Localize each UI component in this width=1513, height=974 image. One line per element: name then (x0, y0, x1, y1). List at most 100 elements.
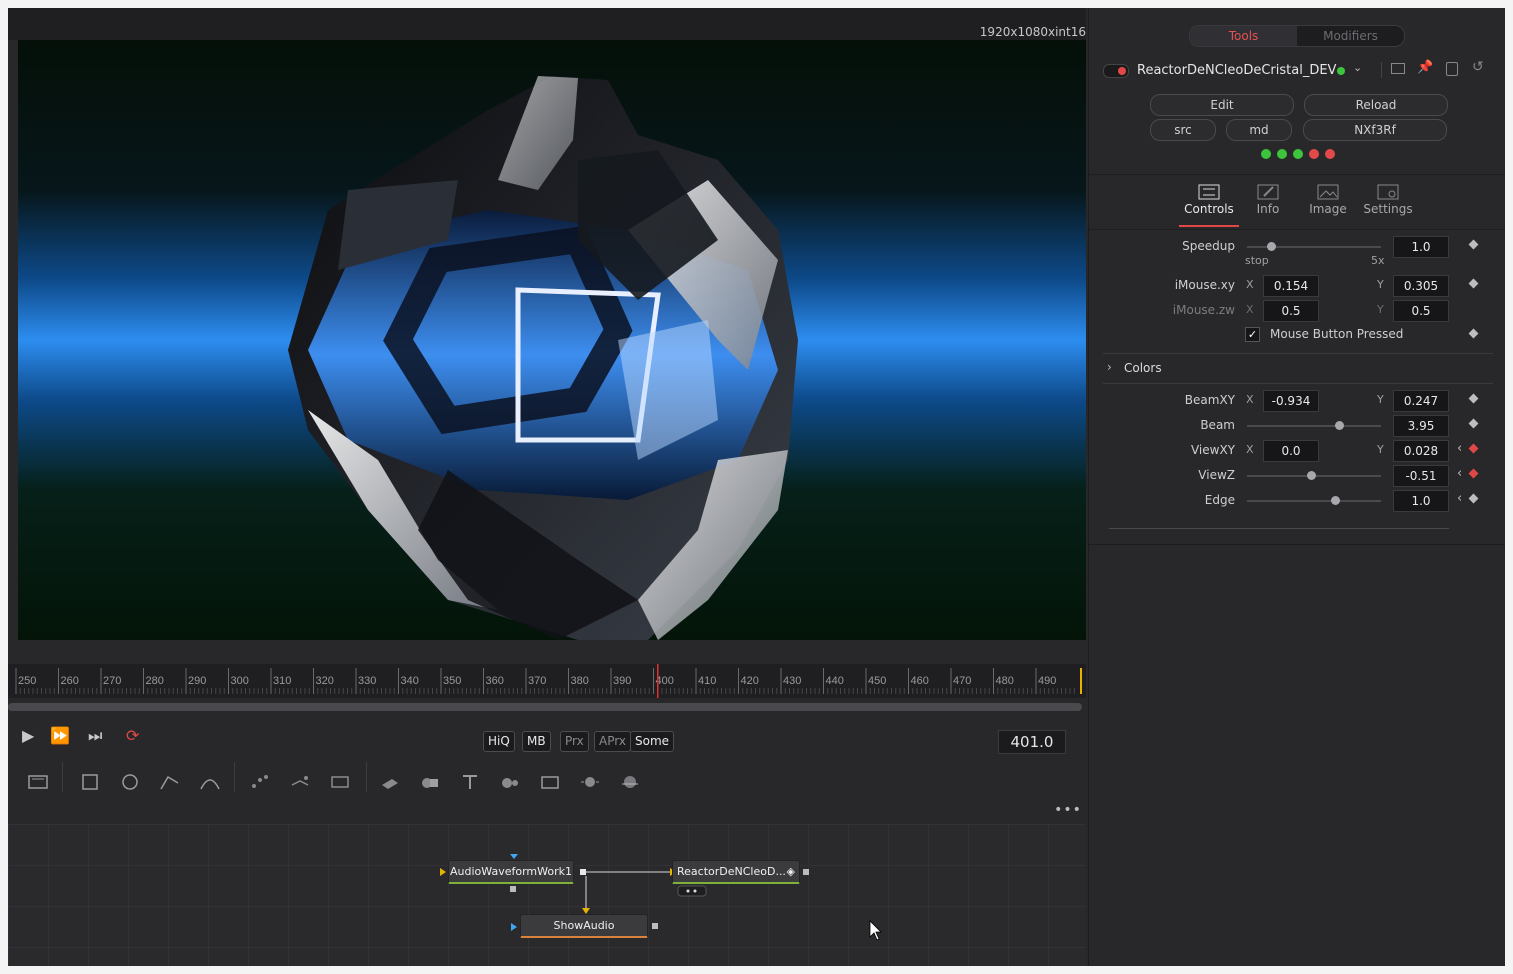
keyframe-icon[interactable] (1468, 418, 1479, 429)
shape3d-icon[interactable] (378, 771, 402, 793)
node-audio-waveform[interactable]: AudioWaveformWork1 (448, 860, 574, 884)
prev-keyframe-icon[interactable]: ‹ (1457, 491, 1462, 506)
tab-info[interactable]: Info (1238, 175, 1298, 227)
view-y-field[interactable]: 0.028 (1393, 440, 1449, 462)
auto-proxy-toggle[interactable]: APrx (594, 731, 631, 752)
speedup-field[interactable]: 1.0 (1393, 236, 1449, 258)
node-editor-header: ••• (8, 800, 1086, 825)
prev-keyframe-icon[interactable]: ‹ (1457, 441, 1462, 456)
chevron-right-icon[interactable]: › (1107, 360, 1112, 374)
polygon-mask-icon[interactable] (158, 771, 182, 793)
particle-merge-icon[interactable] (328, 771, 352, 793)
loop-icon[interactable]: ⟳ (126, 726, 139, 745)
tab-controls[interactable]: Controls (1179, 175, 1239, 227)
tab-settings[interactable]: Settings (1358, 175, 1418, 227)
skip-end-icon[interactable]: ⏭ (88, 726, 102, 746)
node-show-audio[interactable]: ShowAudio (520, 914, 648, 938)
md-button[interactable]: md (1226, 119, 1292, 141)
keyframe-icon[interactable] (1468, 239, 1479, 250)
play-icon[interactable]: ▶ (22, 726, 34, 745)
keyframe-icon[interactable] (1468, 468, 1479, 479)
ruler-svg[interactable]: 250 260 270 280 290 300 310 320 330 340 350 360 370 3… (8, 664, 1086, 698)
reload-button[interactable]: Reload (1304, 94, 1448, 116)
beam-field[interactable]: 3.95 (1393, 415, 1449, 437)
keyframe-icon[interactable] (1468, 493, 1479, 504)
lock-icon[interactable] (1446, 62, 1458, 76)
imouse-w-field[interactable]: 0.5 (1393, 300, 1449, 322)
edit-button[interactable]: Edit (1150, 94, 1294, 116)
spotlight-icon[interactable] (578, 771, 602, 793)
timeline-ruler[interactable]: 250 260 270 280 290 300 310 320 330 340 350 360 370 3… (8, 664, 1086, 698)
pin-icon[interactable]: 📌 (1417, 60, 1433, 75)
motion-blur-toggle[interactable]: MB (522, 731, 551, 752)
beamxy-x-axis: X (1246, 393, 1254, 406)
node-version-icon: ◈ (786, 865, 795, 878)
current-frame-field[interactable]: 401.0 (998, 730, 1066, 754)
timeline-scrollbar[interactable] (8, 703, 1082, 711)
viewer-canvas[interactable] (18, 40, 1086, 640)
shader-id-button[interactable]: NXf3Rf (1303, 119, 1447, 141)
edge-field[interactable]: 1.0 (1393, 490, 1449, 512)
keyframe-icon[interactable] (1468, 278, 1479, 289)
ruler-tick-label: 320 (316, 675, 334, 687)
speedup-knob[interactable] (1267, 242, 1277, 251)
viewz-field[interactable]: -0.51 (1393, 465, 1449, 487)
view-x-field[interactable]: 0.0 (1263, 440, 1319, 462)
ruler-tick-label: 380 (571, 675, 589, 687)
bspline-mask-icon[interactable] (198, 771, 222, 793)
merge3d-icon[interactable] (418, 771, 442, 793)
imouse-x-field[interactable]: 0.154 (1263, 275, 1319, 297)
ellipse-mask-icon[interactable] (118, 771, 142, 793)
tool-enable-toggle[interactable] (1103, 64, 1129, 78)
prev-keyframe-icon[interactable]: ‹ (1457, 466, 1462, 481)
imageplane3d-icon[interactable] (538, 771, 562, 793)
particle-render-icon[interactable] (288, 771, 312, 793)
keyframe-icon[interactable] (1468, 393, 1479, 404)
node-editor-canvas[interactable]: AudioWaveformWork1 ReactorDeNCleoD... ◈ S… (8, 824, 1086, 966)
mouse-button-checkbox[interactable]: ✓ (1245, 327, 1260, 342)
tab-image-label: Image (1309, 202, 1347, 216)
viewz-slider[interactable] (1247, 471, 1381, 480)
imouse-z-field[interactable]: 0.5 (1263, 300, 1319, 322)
beam-slider[interactable] (1247, 421, 1381, 430)
src-button[interactable]: src (1150, 119, 1216, 141)
rectangle-mask-icon[interactable] (78, 771, 102, 793)
ruler-tick-label: 490 (1038, 675, 1056, 687)
renderer3d-icon[interactable] (618, 771, 642, 793)
hiq-toggle[interactable]: HiQ (483, 731, 515, 752)
tab-modifiers[interactable]: Modifiers (1297, 26, 1404, 46)
tab-tools[interactable]: Tools (1190, 26, 1297, 46)
ruler-tick-label: 360 (486, 675, 504, 687)
selective-update-toggle[interactable]: Some (630, 731, 675, 752)
edge-slider[interactable] (1247, 496, 1381, 505)
tab-settings-label: Settings (1363, 202, 1413, 216)
section-colors[interactable]: › Colors (1089, 359, 1505, 381)
tab-image[interactable]: Image (1298, 175, 1358, 227)
beam-knob[interactable] (1335, 421, 1345, 430)
keyframe-icon[interactable] (1468, 328, 1479, 339)
proxy-toggle[interactable]: Prx (560, 731, 589, 752)
background-tool-icon[interactable] (26, 771, 50, 793)
more-options-icon[interactable]: ••• (1050, 802, 1086, 822)
viewz-knob[interactable] (1307, 471, 1317, 480)
node-reactor[interactable]: ReactorDeNCleoD... ◈ (672, 860, 800, 884)
tool-color-dot[interactable] (1337, 67, 1345, 75)
chevron-down-icon[interactable]: ⌄ (1353, 61, 1362, 74)
versions-icon[interactable] (1391, 63, 1405, 74)
beam-x-field[interactable]: -0.934 (1263, 390, 1319, 412)
speedup-slider[interactable] (1247, 242, 1381, 251)
imouse-y-field[interactable]: 0.305 (1393, 275, 1449, 297)
text3d-icon[interactable] (458, 771, 482, 793)
ruler-tick-label: 340 (401, 675, 419, 687)
camera3d-icon[interactable] (498, 771, 522, 793)
particle-emitter-icon[interactable] (248, 771, 272, 793)
resolution-label: 1920x1080xint16 (979, 25, 1086, 39)
status-dot (1277, 149, 1287, 159)
keyframe-icon[interactable] (1468, 443, 1479, 454)
ruler-tick-label: 350 (443, 675, 461, 687)
beam-y-field[interactable]: 0.247 (1393, 390, 1449, 412)
edge-knob[interactable] (1331, 496, 1341, 505)
reset-icon[interactable]: ↺ (1472, 59, 1484, 75)
fast-forward-icon[interactable]: ⏩ (50, 726, 70, 745)
tab-controls-label: Controls (1184, 202, 1234, 216)
